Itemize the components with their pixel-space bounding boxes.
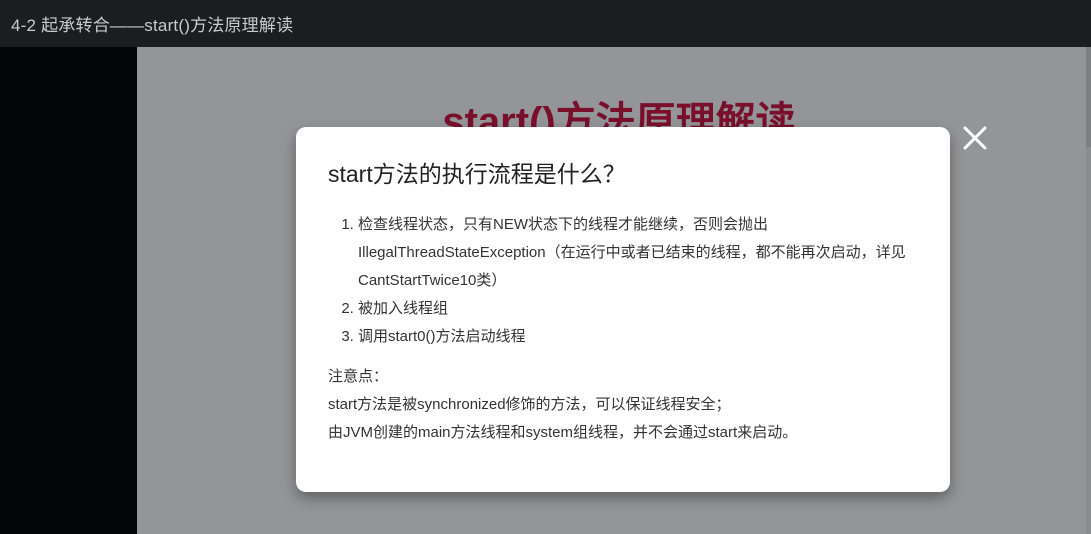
list-item: 检查线程状态，只有NEW状态下的线程才能继续，否则会抛出IllegalThrea… — [358, 211, 918, 295]
answer-modal: start方法的执行流程是什么？ 检查线程状态，只有NEW状态下的线程才能继续，… — [296, 127, 950, 492]
note-line: start方法是被synchronized修饰的方法，可以保证线程安全； — [328, 396, 731, 413]
close-button[interactable] — [959, 122, 991, 154]
modal-heading: start方法的执行流程是什么？ — [328, 161, 626, 187]
scrollbar-thumb[interactable] — [1086, 47, 1091, 147]
scrollbar[interactable] — [1086, 47, 1091, 534]
left-black-panel — [0, 47, 137, 534]
window-title: 4-2 起承转合——start()方法原理解读 — [11, 16, 294, 35]
close-icon — [963, 126, 987, 150]
list-item: 调用start0()方法启动线程 — [358, 323, 918, 351]
note-line: 由JVM创建的main方法线程和system组线程，并不会通过start来启动。 — [328, 424, 798, 441]
window-titlebar: 4-2 起承转合——start()方法原理解读 — [0, 0, 1091, 47]
notes-block: 注意点： start方法是被synchronized修饰的方法，可以保证线程安全… — [328, 363, 918, 447]
notes-heading: 注意点： — [328, 368, 389, 385]
list-item: 被加入线程组 — [358, 295, 918, 323]
steps-list: 检查线程状态，只有NEW状态下的线程才能继续，否则会抛出IllegalThrea… — [328, 211, 918, 351]
